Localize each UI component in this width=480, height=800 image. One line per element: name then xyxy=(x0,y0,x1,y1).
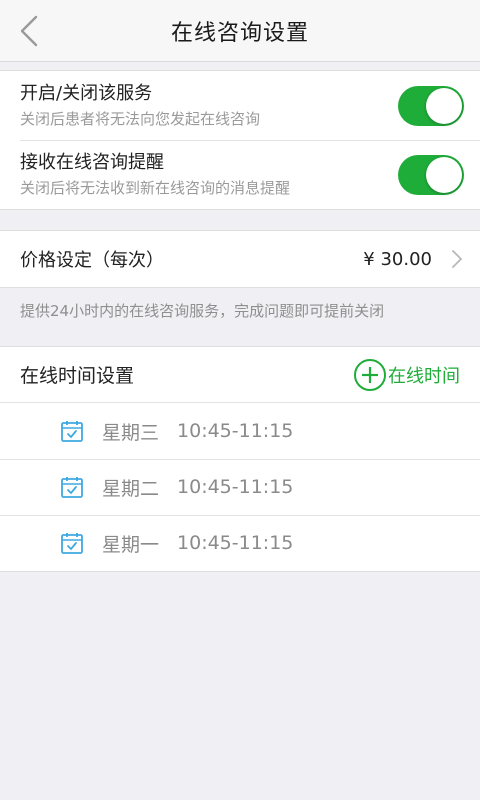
calendar-check-icon xyxy=(61,421,83,442)
time-slot-time: 10:45-11:15 xyxy=(177,476,294,498)
price-group: 价格设定（每次） ¥ 30.00 xyxy=(0,230,480,288)
price-value: ¥ 30.00 xyxy=(363,248,432,270)
reminder-toggle-desc: 关闭后将无法收到新在线咨询的消息提醒 xyxy=(20,178,291,197)
time-slot-row[interactable]: 星期二 10:45-11:15 xyxy=(0,459,480,515)
service-switch[interactable] xyxy=(398,85,464,126)
chevron-left-icon xyxy=(20,15,38,47)
time-slot-time: 10:45-11:15 xyxy=(177,532,294,554)
calendar-check-icon xyxy=(61,533,83,554)
add-online-time-label: 在线时间 xyxy=(388,365,460,387)
switch-knob xyxy=(426,87,462,124)
chevron-right-icon xyxy=(452,250,462,268)
reminder-toggle-title: 接收在线咨询提醒 xyxy=(20,151,164,173)
page-title: 在线咨询设置 xyxy=(170,20,309,46)
service-toggle-title: 开启/关闭该服务 xyxy=(20,82,153,104)
price-setting-row[interactable]: 价格设定（每次） ¥ 30.00 xyxy=(0,231,480,287)
calendar-check-icon xyxy=(61,477,83,498)
service-settings: 开启/关闭该服务 关闭后患者将无法向您发起在线咨询 接收在线咨询提醒 关闭后将无… xyxy=(0,70,480,210)
online-time-header: 在线时间设置 在线时间 xyxy=(0,347,480,403)
time-slot-day: 星期二 xyxy=(102,477,160,500)
time-slot-day: 星期三 xyxy=(102,421,160,444)
add-online-time-button[interactable]: 在线时间 xyxy=(354,358,460,391)
plus-circle-icon xyxy=(354,358,386,391)
online-time-title: 在线时间设置 xyxy=(20,365,135,387)
service-toggle-row: 开启/关闭该服务 关闭后患者将无法向您发起在线咨询 xyxy=(0,71,480,140)
time-slot-row[interactable]: 星期一 10:45-11:15 xyxy=(0,515,480,571)
time-slot-row[interactable]: 星期三 10:45-11:15 xyxy=(0,403,480,459)
reminder-toggle-row: 接收在线咨询提醒 关闭后将无法收到新在线咨询的消息提醒 xyxy=(0,140,480,209)
time-slot-day: 星期一 xyxy=(102,533,160,556)
reminder-switch[interactable] xyxy=(398,154,464,195)
service-toggle-desc: 关闭后患者将无法向您发起在线咨询 xyxy=(20,109,261,128)
nav-bar: 在线咨询设置 xyxy=(0,0,480,62)
time-slot-time: 10:45-11:15 xyxy=(177,420,294,442)
back-button[interactable] xyxy=(14,13,44,49)
online-time-group: 在线时间设置 在线时间 星期三 10:45-11:15 星期二 10:45-11… xyxy=(0,346,480,572)
service-note: 提供24小时内的在线咨询服务，完成问题即可提前关闭 xyxy=(20,302,385,320)
price-label: 价格设定（每次） xyxy=(20,250,164,271)
switch-knob xyxy=(426,156,462,193)
